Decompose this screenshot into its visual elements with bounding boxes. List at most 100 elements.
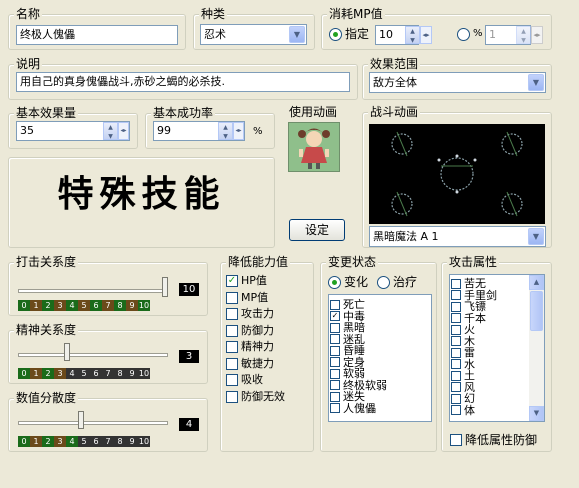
spin-down-icon[interactable]: ▼ [406, 36, 419, 45]
battle-anim-select[interactable]: 黑暗魔法 A 1 ▼ [369, 226, 546, 247]
chevron-down-icon[interactable]: ▼ [528, 228, 544, 245]
attr-item-checkbox[interactable] [451, 382, 461, 393]
state-list-item[interactable]: 黑暗 [329, 322, 431, 334]
range-select[interactable]: 敌方全体 ▼ [369, 72, 546, 93]
mp-fixed-arrows-icon[interactable]: ◂▸ [420, 26, 432, 44]
use-anim-character-image[interactable] [288, 122, 340, 172]
reduce-checkbox[interactable] [226, 357, 238, 370]
reduce-checkbox[interactable] [226, 291, 238, 304]
state-list-item[interactable]: 软弱 [329, 368, 431, 380]
set-anim-button[interactable]: 设定 [289, 219, 345, 241]
base-effect-spinner[interactable]: ▲ ▼ [103, 122, 118, 140]
reduce-checkbox[interactable] [226, 390, 238, 403]
reduce-checkbox[interactable] [226, 324, 238, 337]
attr-item-checkbox[interactable] [451, 370, 461, 381]
scroll-up-icon[interactable]: ▲ [529, 275, 544, 290]
mp-percent-spinner[interactable]: ▲ ▼ [516, 26, 531, 44]
base-rate-spinner[interactable]: ▲ ▼ [218, 122, 233, 140]
attr-item-label: 土 [464, 369, 475, 383]
scroll-down-icon[interactable]: ▼ [529, 406, 544, 421]
chevron-down-icon[interactable]: ▼ [528, 74, 544, 91]
scale-tick: 9 [126, 436, 138, 447]
attr-item-checkbox[interactable] [451, 336, 461, 347]
desc-input[interactable]: 用自己的真身傀儡战斗,赤砂之蝎的必杀技. [16, 72, 350, 92]
state-item-checkbox[interactable]: ✓ [330, 311, 340, 322]
type-select[interactable]: 忍术 ▼ [200, 24, 307, 45]
state-cure-label: 治疗 [393, 275, 418, 289]
attr-item-label: 雷 [464, 346, 475, 360]
state-list-item[interactable]: 死亡 [329, 299, 431, 311]
spin-up-icon[interactable]: ▲ [219, 123, 232, 132]
reduce-attr-def-checkbox[interactable] [450, 434, 462, 446]
range-value: 敌方全体 [373, 76, 417, 89]
state-list-item[interactable]: 昏睡 [329, 345, 431, 357]
attr-list[interactable]: 苦无 手里剑 飞镖 千本火木雷水土风幻体 ▲ ▼ [449, 274, 545, 422]
spin-down-icon[interactable]: ▼ [219, 132, 232, 141]
scale-tick: 10 [138, 300, 150, 311]
desc-label: 说明 [14, 57, 43, 71]
base-rate-arrows-icon[interactable]: ◂▸ [233, 122, 244, 140]
attr-item-checkbox[interactable] [451, 393, 461, 404]
name-label: 名称 [14, 7, 43, 21]
spin-up-icon[interactable]: ▲ [406, 27, 419, 36]
attr-item-checkbox[interactable] [451, 278, 461, 289]
attr-item-checkbox[interactable] [451, 359, 461, 370]
base-rate-label: 基本成功率 [151, 106, 216, 120]
mp-fixed-radio[interactable] [329, 28, 342, 41]
state-item-checkbox[interactable] [330, 299, 340, 310]
scale-tick: 8 [114, 368, 126, 379]
spin-up-icon[interactable]: ▲ [517, 27, 530, 36]
state-item-checkbox[interactable] [330, 403, 340, 414]
state-item-checkbox[interactable] [330, 368, 340, 379]
scale-tick: 0 [18, 368, 30, 379]
base-effect-arrows-icon[interactable]: ◂▸ [118, 122, 129, 140]
attr-item-checkbox[interactable] [451, 290, 461, 301]
spin-down-icon[interactable]: ▼ [104, 132, 117, 141]
attr-item-checkbox[interactable] [451, 301, 461, 312]
scroll-thumb[interactable] [530, 291, 543, 331]
chevron-down-icon[interactable]: ▼ [289, 26, 305, 43]
state-list-item[interactable]: 人傀儡 [329, 403, 431, 415]
state-item-checkbox[interactable] [330, 334, 340, 345]
reduce-checkbox[interactable]: ✓ [226, 275, 238, 287]
attr-item-checkbox[interactable] [451, 313, 461, 324]
variance-slider-track[interactable] [18, 421, 168, 425]
hit-slider-track[interactable] [18, 289, 168, 293]
state-item-checkbox[interactable] [330, 380, 340, 391]
state-item-checkbox[interactable] [330, 357, 340, 368]
spin-up-icon[interactable]: ▲ [104, 123, 117, 132]
hit-slider-thumb[interactable] [162, 277, 168, 297]
reduce-checkbox[interactable] [226, 341, 238, 353]
mp-fixed-spinner[interactable]: ▲ ▼ [405, 26, 420, 44]
state-item-checkbox[interactable] [330, 345, 340, 356]
attr-item-checkbox[interactable] [451, 347, 461, 358]
name-input[interactable]: 终极人傀儡 [16, 25, 178, 45]
state-list[interactable]: 死亡 ✓ 中毒 黑暗 迷乱 昏睡 定身 软弱 终极软弱 迷失 人傀儡 [328, 294, 432, 422]
mp-percent-arrows-icon[interactable]: ◂▸ [531, 26, 543, 44]
mp-label: 消耗MP值 [327, 7, 385, 21]
use-anim-label: 使用动画 [287, 105, 340, 119]
spirit-slider-thumb[interactable] [64, 343, 70, 361]
state-change-radio[interactable] [328, 276, 341, 289]
spin-down-icon[interactable]: ▼ [517, 36, 530, 45]
attr-item-label: 水 [464, 357, 475, 371]
attr-item-checkbox[interactable] [451, 405, 461, 416]
state-cure-radio[interactable] [377, 276, 390, 289]
reduce-checkbox[interactable] [226, 308, 238, 320]
state-item-checkbox[interactable] [330, 391, 340, 402]
variance-slider-thumb[interactable] [78, 411, 84, 429]
state-list-item[interactable]: 迷失 [329, 391, 431, 403]
state-item-label: 人傀儡 [343, 401, 376, 415]
state-item-label: 迷乱 [343, 332, 365, 346]
battle-anim-preview [369, 124, 545, 224]
state-item-checkbox[interactable] [330, 322, 340, 333]
variance-value: 4 [179, 418, 199, 431]
attr-item-checkbox[interactable] [451, 324, 461, 335]
scale-tick: 10 [138, 436, 150, 447]
reduce-checkbox-label: HP值 [241, 274, 267, 287]
spirit-slider-track[interactable] [18, 353, 168, 357]
mp-percent-radio[interactable] [457, 28, 470, 41]
scale-tick: 9 [126, 300, 138, 311]
reduce-checkbox[interactable] [226, 374, 238, 386]
attr-list-scrollbar[interactable]: ▲ ▼ [529, 275, 544, 421]
